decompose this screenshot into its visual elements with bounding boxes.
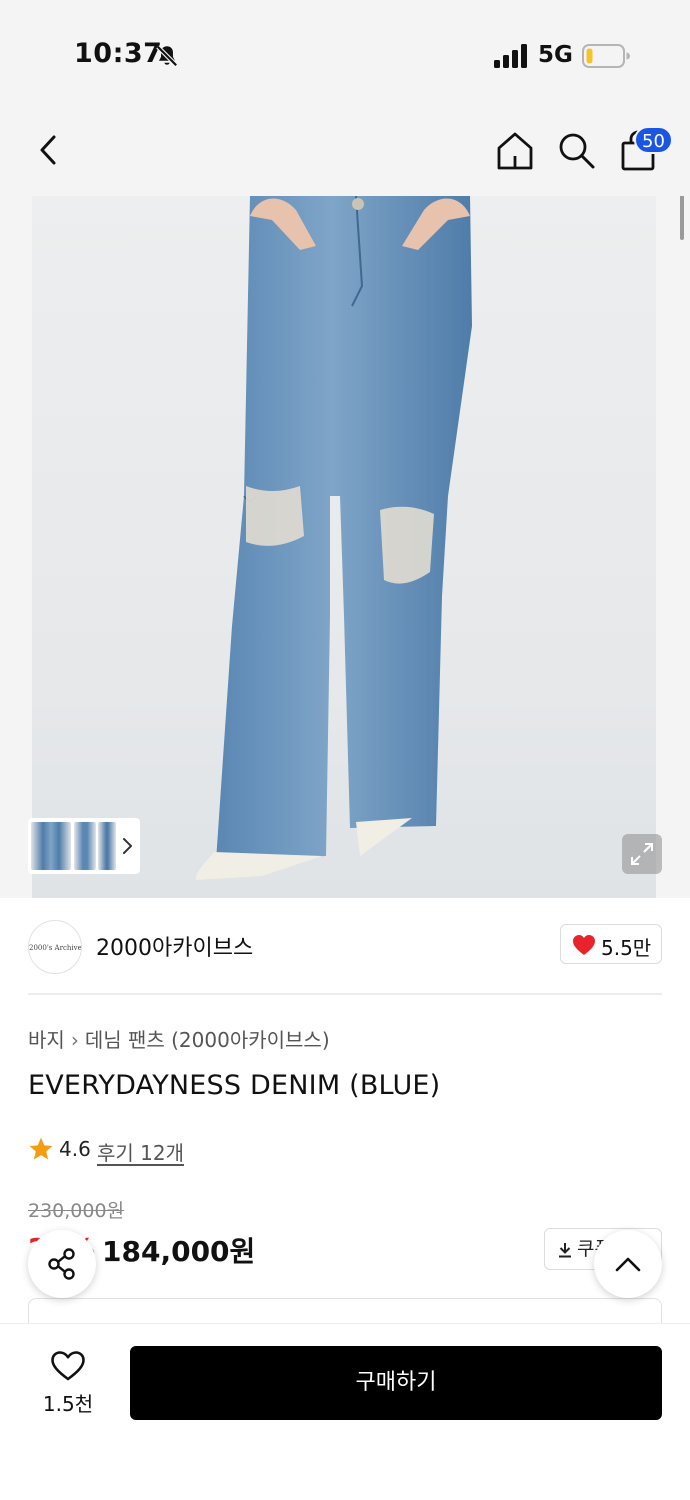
breadcrumb-subcategory[interactable]: 데님 팬츠 (2000아카이브스): [85, 1028, 330, 1052]
sale-price: 184,000원: [102, 1235, 256, 1268]
review-count-link[interactable]: 후기 12개: [97, 1137, 184, 1166]
breadcrumb-category[interactable]: 바지: [28, 1028, 65, 1052]
expand-icon: [631, 843, 653, 865]
signal-icon: [494, 44, 527, 68]
back-arrow-icon[interactable]: [30, 130, 66, 170]
home-icon[interactable]: [494, 130, 536, 172]
battery-low-icon: [582, 44, 630, 68]
brand-name[interactable]: 2000아카이브스: [96, 930, 253, 962]
download-icon: [559, 1242, 571, 1257]
buy-button[interactable]: 구매하기: [130, 1346, 662, 1420]
thumbnail-strip[interactable]: [28, 818, 140, 874]
thumbnail-3[interactable]: [98, 822, 116, 870]
chevron-up-icon: [615, 1257, 641, 1272]
bell-off-icon: [156, 45, 178, 67]
product-title: EVERYDAYNESS DENIM (BLUE): [28, 1070, 441, 1101]
section-divider: [28, 993, 662, 995]
page-scrollbar[interactable]: [680, 196, 684, 240]
rating-value: 4.6: [59, 1137, 91, 1161]
status-bar: 10:37 5G: [0, 0, 690, 100]
heart-filled-icon: [573, 935, 595, 955]
wishlist-count: 1.5천: [42, 1392, 94, 1416]
brand-logo[interactable]: 2000's Archives: [28, 920, 82, 974]
search-icon[interactable]: [556, 130, 596, 172]
product-image-gallery[interactable]: [0, 196, 690, 898]
flared-jeans-photo: [195, 196, 472, 880]
fullscreen-button[interactable]: [622, 834, 662, 874]
chevron-right-icon: ›: [70, 1028, 79, 1052]
network-label: 5G: [538, 42, 573, 68]
scroll-to-top-button[interactable]: [594, 1230, 662, 1298]
cart-count-badge: 50: [634, 126, 673, 154]
original-price: 230,000원: [28, 1200, 125, 1222]
brand-like-button[interactable]: 5.5만: [560, 924, 662, 964]
status-time: 10:37: [74, 38, 163, 69]
thumbnail-1[interactable]: [31, 822, 71, 870]
brand-row[interactable]: 2000's Archives 2000아카이브스 5.5만: [0, 898, 690, 994]
share-icon: [48, 1248, 75, 1280]
top-navigation: 50: [0, 100, 690, 196]
share-button[interactable]: [28, 1230, 96, 1298]
thumbnail-2[interactable]: [74, 822, 96, 870]
breadcrumb: 바지 › 데님 팬츠 (2000아카이브스): [28, 1024, 330, 1053]
heart-outline-icon[interactable]: [50, 1350, 86, 1382]
star-icon: [29, 1137, 53, 1160]
brand-like-count: 5.5만: [601, 936, 652, 960]
bottom-action-bar: 1.5천 구매하기: [0, 1324, 690, 1500]
chevron-right-icon[interactable]: [120, 836, 134, 856]
